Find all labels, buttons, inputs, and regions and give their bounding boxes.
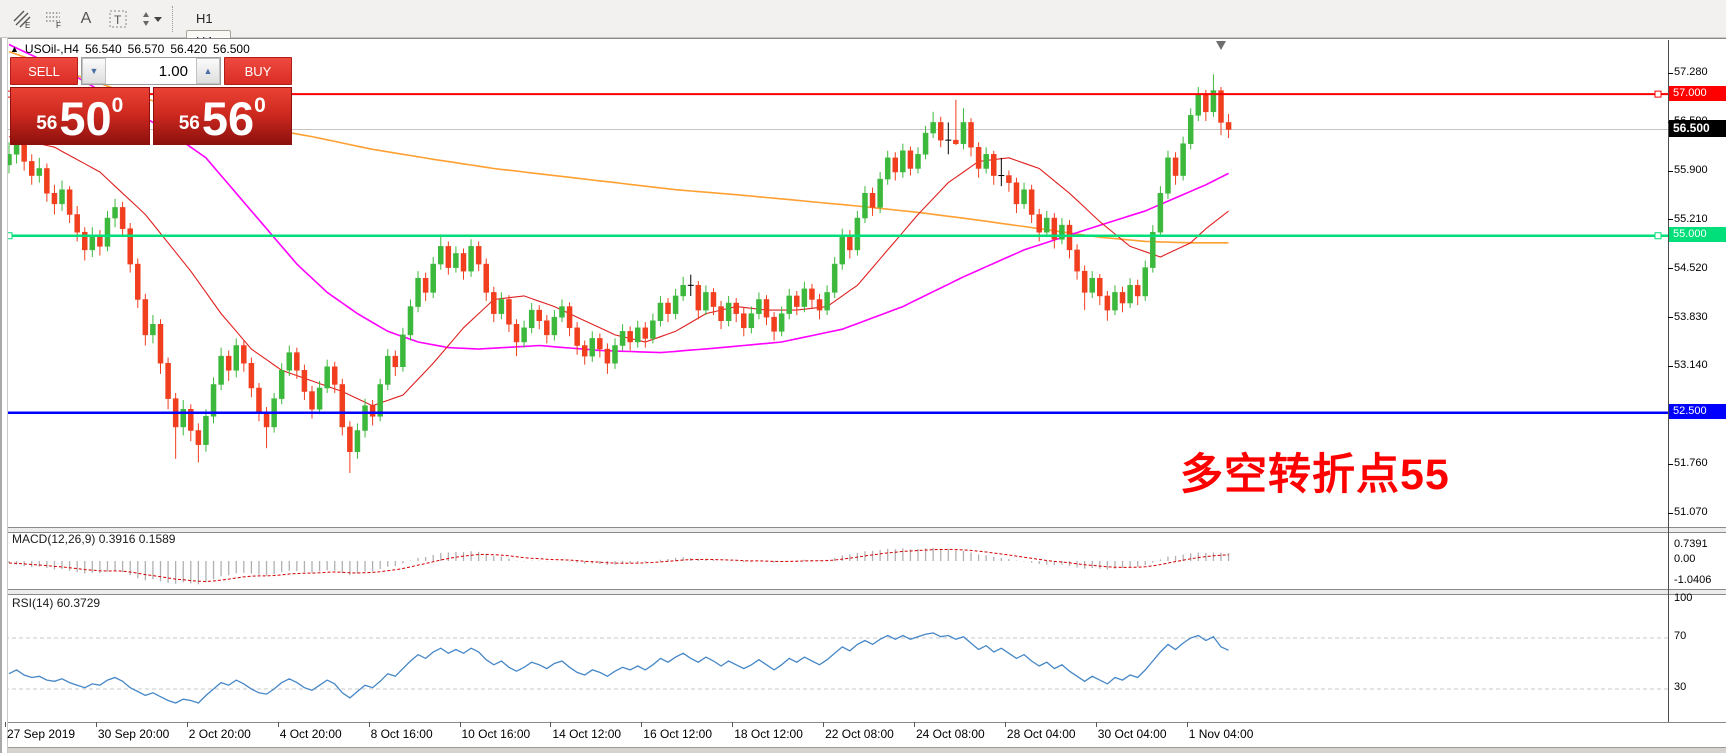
date-label[interactable]: 24 Oct 08:00 [916, 727, 985, 741]
macd-tick-label: 0.00 [1674, 553, 1695, 565]
chart-shift-marker[interactable] [1216, 41, 1226, 50]
buy-button[interactable]: BUY [224, 57, 292, 85]
ohlc-close: 56.500 [213, 42, 250, 56]
price-tick-label: 55.210 [1674, 213, 1708, 225]
ohlc-open: 56.540 [85, 42, 122, 56]
price-badge-56.500: 56.500 [1669, 120, 1726, 137]
date-tick-mark [641, 722, 642, 727]
date-label[interactable]: 28 Oct 04:00 [1007, 727, 1076, 741]
buy-price-main: 56 [202, 100, 254, 139]
status-strip [0, 747, 1726, 753]
date-label[interactable]: 1 Nov 04:00 [1189, 727, 1254, 741]
ohlc-high: 56.570 [128, 42, 165, 56]
date-label[interactable]: 16 Oct 12:00 [643, 727, 712, 741]
date-label[interactable]: 8 Oct 16:00 [371, 727, 433, 741]
rsi-tick-label: 100 [1674, 592, 1692, 604]
symbol-timeframe: USOil-,H4 [25, 42, 79, 56]
price-tick-mark [1668, 464, 1673, 465]
price-tick-mark [1668, 513, 1673, 514]
one-click-trade-panel: SELL ▼ 1.00 ▲ BUY 56 50 0 56 56 0 [10, 57, 292, 145]
collapse-arrow-icon[interactable]: ▲ [10, 44, 19, 54]
volume-spinner: ▼ 1.00 ▲ [81, 57, 221, 85]
price-badge-55.000: 55.000 [1669, 227, 1726, 242]
price-tick-mark [1668, 317, 1673, 318]
date-label[interactable]: 4 Oct 20:00 [280, 727, 342, 741]
price-tick-mark [1668, 171, 1673, 172]
buy-price-whole: 56 [179, 113, 200, 135]
text-label-icon[interactable]: A [72, 5, 100, 33]
date-tick-mark [1005, 722, 1006, 727]
date-label[interactable]: 18 Oct 12:00 [734, 727, 803, 741]
date-tick-mark [1096, 722, 1097, 727]
sell-button[interactable]: SELL [10, 57, 78, 85]
date-tick-mark [550, 722, 551, 727]
date-tick-mark [278, 722, 279, 727]
date-tick-mark [914, 722, 915, 727]
date-label[interactable]: 27 Sep 2019 [7, 727, 75, 741]
price-tick-label: 55.900 [1674, 164, 1708, 176]
date-label[interactable]: 2 Oct 20:00 [189, 727, 251, 741]
sell-price-main: 50 [59, 100, 111, 139]
rsi-tick-label: 30 [1674, 681, 1686, 693]
sell-price-display[interactable]: 56 50 0 [10, 87, 150, 145]
price-tick-label: 51.760 [1674, 457, 1708, 469]
date-tick-mark [460, 722, 461, 727]
date-label[interactable]: 10 Oct 16:00 [462, 727, 531, 741]
macd-tick-label: -1.0406 [1674, 574, 1711, 586]
rsi-label: RSI(14) 60.3729 [12, 596, 100, 610]
buy-price-display[interactable]: 56 56 0 [153, 87, 293, 145]
macd-indicator-canvas[interactable] [5, 531, 1668, 589]
sell-price-sup: 0 [112, 94, 124, 118]
window-left-frame [0, 38, 8, 753]
svg-text:E: E [25, 21, 30, 30]
price-tick-mark [1668, 73, 1673, 74]
date-label[interactable]: 30 Oct 04:00 [1098, 727, 1167, 741]
price-tick-label: 54.520 [1674, 262, 1708, 274]
text-box-icon[interactable]: T [104, 5, 132, 33]
dot-grid-f-icon[interactable]: F [40, 5, 68, 33]
buy-price-sup: 0 [254, 94, 266, 118]
chart-info-line: ▲ USOil-,H4 56.540 56.570 56.420 56.500 [10, 42, 250, 56]
toolbar-separator [172, 6, 179, 32]
price-tick-label: 53.830 [1674, 311, 1708, 323]
price-tick-label: 53.140 [1674, 359, 1708, 371]
price-axis-border [1668, 40, 1669, 722]
macd-tick-label: 0.7391 [1674, 538, 1708, 550]
date-tick-mark [5, 722, 6, 727]
trading-app: { "toolbar": { "timeframes": ["M1","M5",… [0, 0, 1726, 753]
timeframe-m30[interactable]: M30 [186, 0, 231, 7]
timeframe-h1[interactable]: H1 [186, 7, 231, 30]
price-tick-label: 57.280 [1674, 66, 1708, 78]
price-badge-57.000: 57.000 [1669, 86, 1726, 101]
rsi-indicator-canvas[interactable] [5, 593, 1668, 723]
date-tick-mark [96, 722, 97, 727]
price-tick-mark [1668, 366, 1673, 367]
ohlc-low: 56.420 [170, 42, 207, 56]
price-tick-mark [1668, 219, 1673, 220]
rsi-tick-label: 70 [1674, 630, 1686, 642]
hatch-e-icon[interactable]: E [8, 5, 36, 33]
date-tick-mark [1187, 722, 1188, 727]
date-label[interactable]: 30 Sep 20:00 [98, 727, 169, 741]
volume-field[interactable]: 1.00 [106, 58, 196, 84]
chart-window[interactable] [0, 38, 1726, 753]
svg-text:F: F [56, 21, 61, 30]
sell-price-whole: 56 [36, 113, 57, 135]
arrange-arrows-icon[interactable] [136, 5, 164, 33]
date-label[interactable]: 22 Oct 08:00 [825, 727, 894, 741]
price-tick-label: 51.070 [1674, 506, 1708, 518]
price-tick-mark [1668, 268, 1673, 269]
macd-label: MACD(12,26,9) 0.3916 0.1589 [12, 532, 175, 546]
date-tick-mark [369, 722, 370, 727]
date-tick-mark [732, 722, 733, 727]
top-toolbar: E F A T M1M5M15M30H1H4D1W1MN [0, 0, 1726, 38]
price-badge-52.500: 52.500 [1669, 404, 1726, 419]
date-tick-mark [823, 722, 824, 727]
annotation-text: 多空转折点55 [1180, 440, 1450, 502]
date-tick-mark [187, 722, 188, 727]
volume-decrease-button[interactable]: ▼ [82, 58, 106, 84]
volume-increase-button[interactable]: ▲ [196, 58, 220, 84]
date-label[interactable]: 14 Oct 12:00 [552, 727, 621, 741]
svg-text:T: T [114, 13, 122, 27]
